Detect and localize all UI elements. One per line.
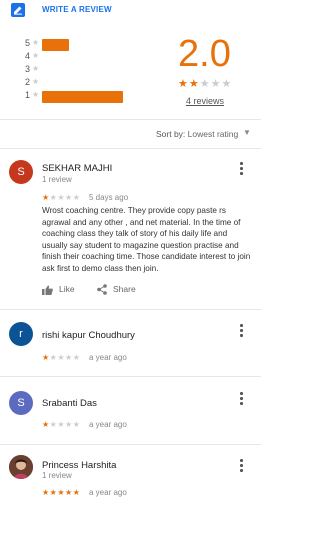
- more-options-icon[interactable]: [237, 392, 245, 406]
- review-time: a year ago: [89, 488, 127, 497]
- reviews-count-link[interactable]: 4 reviews: [186, 96, 224, 106]
- sort-label: Sort by: Lowest rating: [156, 129, 238, 139]
- histogram-row-2: 2 ★: [22, 77, 132, 87]
- histogram-label: 2: [24, 77, 30, 87]
- review-card: Princess Harshita 1 review ★★★★★ a year …: [0, 445, 261, 515]
- star-icon: ★: [32, 51, 40, 60]
- histogram-bar: [42, 91, 123, 103]
- review-time: a year ago: [89, 420, 127, 429]
- reviewer-name[interactable]: SEKHAR MAJHI: [42, 163, 112, 174]
- avatar[interactable]: S: [9, 160, 33, 184]
- review-stars: ★★★★★: [42, 353, 81, 362]
- review-time: 5 days ago: [89, 193, 129, 202]
- histogram-label: 4: [24, 51, 30, 61]
- chevron-down-icon[interactable]: ▼: [243, 128, 251, 137]
- star-icon: ★: [32, 64, 40, 73]
- share-button[interactable]: Share: [97, 284, 136, 296]
- like-button[interactable]: Like: [42, 284, 75, 295]
- star-icon: ★: [32, 77, 40, 86]
- review-stars: ★★★★★: [42, 420, 81, 429]
- histogram-row-3: 3 ★: [22, 64, 132, 74]
- profile-photo: [9, 455, 33, 479]
- avatar[interactable]: [9, 455, 33, 479]
- histogram-row-5: 5 ★: [22, 38, 132, 51]
- average-rating: 2.0: [178, 33, 231, 75]
- avatar[interactable]: r: [9, 322, 33, 346]
- review-card: S Srabanti Das ★★★★★ a year ago: [0, 377, 261, 443]
- review-text: Wrost coaching centre. They provide copy…: [42, 206, 251, 273]
- review-stars: ★★★★★: [42, 488, 81, 497]
- more-options-icon[interactable]: [237, 324, 245, 338]
- reviewer-review-count: 1 review: [42, 471, 72, 480]
- review-time: a year ago: [89, 353, 127, 362]
- avatar[interactable]: S: [9, 391, 33, 415]
- more-options-icon[interactable]: [237, 459, 245, 473]
- reviewer-review-count: 1 review: [42, 175, 72, 184]
- sort-by-text: Sort by:: [156, 129, 186, 139]
- histogram-label: 3: [24, 64, 30, 74]
- reviewer-name[interactable]: rishi kapur Choudhury: [42, 330, 135, 341]
- histogram-label: 5: [24, 38, 30, 48]
- reviewer-name[interactable]: Srabanti Das: [42, 398, 97, 409]
- histogram-row-1: 1 ★: [22, 90, 132, 103]
- average-stars: ★★★★★: [178, 78, 233, 90]
- more-options-icon[interactable]: [237, 162, 245, 176]
- review-card: r rishi kapur Choudhury ★★★★★ a year ago: [0, 310, 261, 376]
- like-label: Like: [59, 284, 75, 294]
- divider: [0, 119, 261, 120]
- star-icon: ★: [32, 90, 40, 99]
- share-icon: [97, 284, 107, 296]
- histogram-row-4: 4 ★: [22, 51, 132, 61]
- reviewer-name[interactable]: Princess Harshita: [42, 460, 116, 471]
- top-bar: WRITE A REVIEW: [0, 0, 261, 22]
- edit-icon[interactable]: [11, 3, 25, 17]
- thumbs-up-icon: [42, 285, 53, 295]
- review-stars: ★★★★★: [42, 193, 81, 202]
- sort-value[interactable]: Lowest rating: [188, 129, 239, 139]
- write-review-link[interactable]: WRITE A REVIEW: [42, 5, 112, 14]
- review-card: S SEKHAR MAJHI 1 review ★★★★★ 5 days ago…: [0, 148, 261, 306]
- sort-control[interactable]: Sort by: Lowest rating ▼: [0, 122, 261, 144]
- histogram-bar: [42, 39, 69, 51]
- share-label: Share: [113, 284, 136, 294]
- rating-summary: 5 ★ 4 ★ 3 ★ 2 ★ 1 ★ 2.0 ★★★★★ 4 reviews: [0, 26, 261, 116]
- star-icon: ★: [32, 38, 40, 47]
- histogram-label: 1: [24, 90, 30, 100]
